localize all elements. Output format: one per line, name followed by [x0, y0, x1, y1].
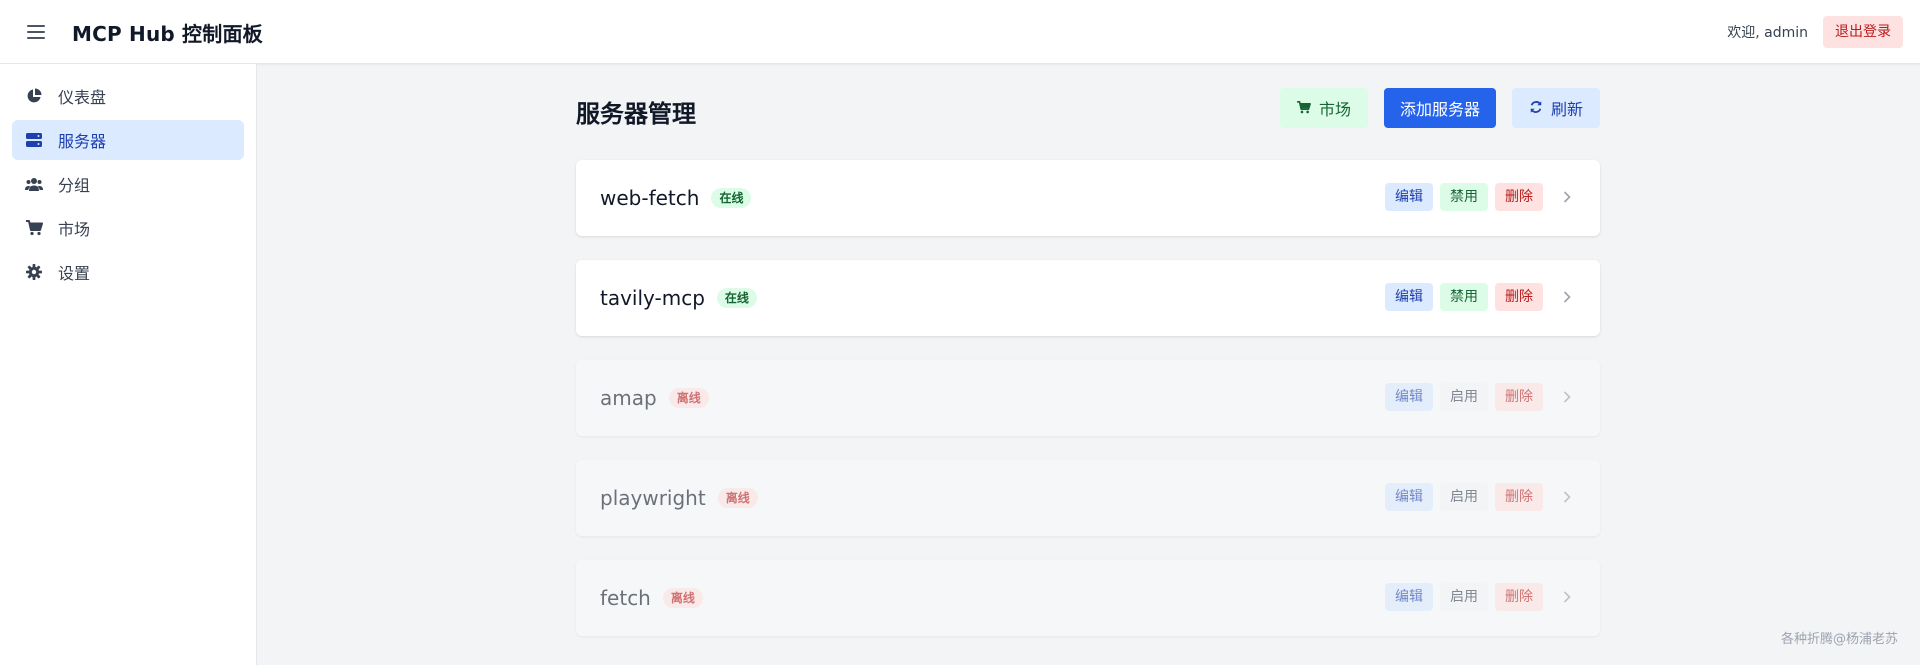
- chevron-right-icon[interactable]: [1558, 388, 1576, 406]
- sidebar-item-label: 设置: [58, 264, 91, 283]
- menu-icon[interactable]: [22, 20, 50, 44]
- server-actions: 编辑 启用 删除: [1385, 483, 1576, 511]
- status-badge: 在线: [716, 288, 757, 308]
- toolbar: 市场 添加服务器 刷新: [1280, 88, 1600, 128]
- chevron-right-icon[interactable]: [1558, 288, 1576, 306]
- add-server-button[interactable]: 添加服务器: [1384, 88, 1496, 128]
- server-actions: 编辑 禁用 删除: [1385, 283, 1576, 311]
- page-title: 服务器管理: [576, 100, 696, 128]
- logout-button[interactable]: 退出登录: [1823, 16, 1903, 48]
- sidebar-item-dashboard[interactable]: 仪表盘: [12, 76, 244, 116]
- server-name: amap: [600, 386, 657, 410]
- main-content: 服务器管理 市场 添加服务器 刷新 web-fetch 在线 编辑 禁用 删除: [257, 64, 1920, 665]
- market-button-label: 市场: [1318, 100, 1351, 119]
- sidebar-item-label: 市场: [58, 220, 91, 239]
- server-card-fetch[interactable]: fetch 离线 编辑 启用 删除: [576, 560, 1600, 636]
- status-badge: 离线: [662, 588, 703, 608]
- refresh-icon: [1529, 99, 1543, 118]
- delete-button[interactable]: 删除: [1495, 483, 1543, 511]
- server-name: fetch: [600, 586, 651, 610]
- chevron-right-icon[interactable]: [1558, 488, 1576, 506]
- cart-icon: [24, 218, 44, 238]
- users-icon: [24, 174, 44, 194]
- pie-chart-icon: [24, 86, 44, 106]
- server-card-tavily-mcp[interactable]: tavily-mcp 在线 编辑 禁用 删除: [576, 260, 1600, 336]
- sidebar-item-servers[interactable]: 服务器: [12, 120, 244, 160]
- sidebar-item-label: 仪表盘: [58, 88, 107, 107]
- sidebar-item-label: 服务器: [58, 132, 107, 151]
- disable-button[interactable]: 禁用: [1440, 283, 1488, 311]
- status-badge: 在线: [711, 188, 752, 208]
- delete-button[interactable]: 删除: [1495, 183, 1543, 211]
- server-actions: 编辑 禁用 删除: [1385, 183, 1576, 211]
- sidebar-item-market[interactable]: 市场: [12, 208, 244, 248]
- chevron-right-icon[interactable]: [1558, 588, 1576, 606]
- status-badge: 离线: [668, 388, 709, 408]
- sidebar-item-groups[interactable]: 分组: [12, 164, 244, 204]
- delete-button[interactable]: 删除: [1495, 583, 1543, 611]
- status-badge: 离线: [717, 488, 758, 508]
- edit-button[interactable]: 编辑: [1385, 283, 1433, 311]
- server-actions: 编辑 启用 删除: [1385, 383, 1576, 411]
- app-title: MCP Hub 控制面板: [72, 22, 263, 46]
- edit-button[interactable]: 编辑: [1385, 183, 1433, 211]
- top-header: MCP Hub 控制面板 欢迎, admin 退出登录: [0, 0, 1920, 64]
- gear-icon: [24, 262, 44, 282]
- refresh-button-label: 刷新: [1550, 100, 1583, 119]
- welcome-text: 欢迎, admin: [1727, 25, 1808, 41]
- delete-button[interactable]: 删除: [1495, 283, 1543, 311]
- chevron-right-icon[interactable]: [1558, 188, 1576, 206]
- server-list: web-fetch 在线 编辑 禁用 删除 tavily-mcp 在线 编辑 禁…: [576, 160, 1600, 660]
- edit-button[interactable]: 编辑: [1385, 483, 1433, 511]
- sidebar: 仪表盘 服务器 分组 市场 设置: [0, 64, 257, 665]
- cart-icon: [1297, 99, 1311, 118]
- sidebar-item-settings[interactable]: 设置: [12, 252, 244, 292]
- edit-button[interactable]: 编辑: [1385, 583, 1433, 611]
- sidebar-item-label: 分组: [58, 176, 91, 195]
- server-name: web-fetch: [600, 186, 700, 210]
- edit-button[interactable]: 编辑: [1385, 383, 1433, 411]
- disable-button[interactable]: 禁用: [1440, 183, 1488, 211]
- refresh-button[interactable]: 刷新: [1512, 88, 1600, 128]
- delete-button[interactable]: 删除: [1495, 383, 1543, 411]
- watermark: 各种折腾@杨浦老苏: [1780, 632, 1898, 647]
- enable-button[interactable]: 启用: [1440, 483, 1488, 511]
- server-actions: 编辑 启用 删除: [1385, 583, 1576, 611]
- server-card-web-fetch[interactable]: web-fetch 在线 编辑 禁用 删除: [576, 160, 1600, 236]
- market-button[interactable]: 市场: [1280, 88, 1368, 128]
- enable-button[interactable]: 启用: [1440, 383, 1488, 411]
- server-name: playwright: [600, 486, 706, 510]
- enable-button[interactable]: 启用: [1440, 583, 1488, 611]
- server-card-amap[interactable]: amap 离线 编辑 启用 删除: [576, 360, 1600, 436]
- server-card-playwright[interactable]: playwright 离线 编辑 启用 删除: [576, 460, 1600, 536]
- server-name: tavily-mcp: [600, 286, 705, 310]
- server-icon: [24, 130, 44, 150]
